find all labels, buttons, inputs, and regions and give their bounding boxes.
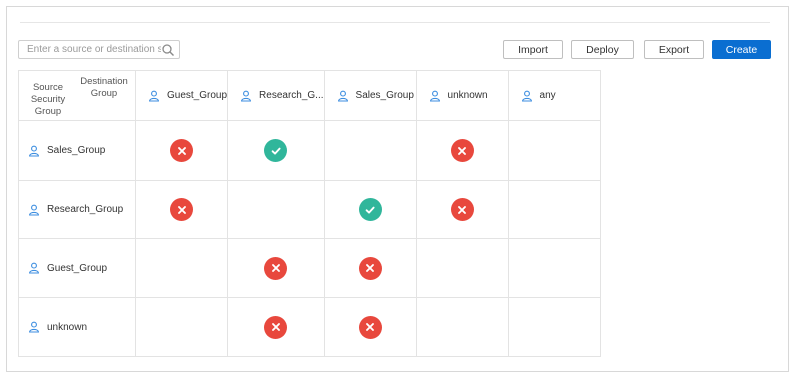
deny-icon[interactable] — [358, 315, 382, 339]
row-header-label: Sales_Group — [47, 145, 106, 156]
divider — [20, 22, 770, 23]
matrix-cell[interactable] — [507, 297, 601, 357]
user-group-icon — [149, 90, 159, 102]
column-header-0[interactable]: Guest_Group — [134, 70, 229, 121]
row-header-3[interactable]: unknown — [18, 297, 136, 357]
matrix-cell[interactable] — [323, 297, 417, 357]
row-header-label: Guest_Group — [47, 262, 108, 274]
x-icon — [177, 146, 186, 155]
export-button[interactable]: Export — [644, 40, 704, 59]
matrix-cell[interactable] — [323, 238, 417, 298]
user-group-icon — [29, 321, 39, 333]
matrix-row: Sales_Group — [18, 120, 601, 181]
matrix-cell[interactable] — [227, 120, 325, 181]
matrix-cell[interactable] — [507, 180, 601, 239]
deny-icon[interactable] — [450, 198, 474, 221]
user-group-icon — [29, 145, 39, 157]
user-group-icon — [521, 90, 532, 102]
create-button[interactable]: Create — [712, 40, 771, 59]
check-icon — [365, 206, 375, 214]
row-header-label: Research_Group — [47, 204, 124, 215]
matrix-cell[interactable] — [227, 180, 325, 239]
source-security-group-label: Source Security Group — [30, 82, 66, 117]
column-header-label: Sales_Group — [355, 90, 414, 101]
security-group-matrix: Destination Group Source Security Group … — [18, 70, 601, 357]
deny-icon[interactable] — [264, 256, 288, 280]
matrix-cell[interactable] — [227, 297, 325, 357]
x-icon — [366, 264, 374, 272]
row-header-label: unknown — [47, 321, 88, 333]
matrix-cell[interactable] — [507, 120, 601, 181]
check-icon — [271, 147, 281, 155]
column-header-label: any — [539, 90, 556, 101]
x-icon — [271, 323, 280, 331]
matrix-cell[interactable] — [415, 238, 509, 298]
user-group-icon — [241, 90, 252, 102]
x-icon — [458, 146, 466, 155]
matrix-row: Research_Group — [18, 180, 601, 239]
allow-icon[interactable] — [264, 139, 288, 162]
matrix-cell[interactable] — [134, 180, 229, 239]
matrix-row: Guest_Group — [18, 238, 601, 298]
x-icon — [177, 205, 186, 214]
user-group-icon — [429, 90, 440, 102]
column-header-label: Research_G... — [259, 90, 324, 101]
matrix-corner-header: Destination Group Source Security Group — [18, 70, 136, 121]
destination-group-label: Destination Group — [80, 76, 128, 99]
matrix-cell[interactable] — [134, 120, 229, 181]
user-group-icon — [29, 204, 39, 216]
row-header-0[interactable]: Sales_Group — [18, 120, 136, 181]
matrix-cell[interactable] — [415, 120, 509, 181]
allow-icon[interactable] — [358, 198, 382, 221]
matrix-cell[interactable] — [134, 238, 229, 298]
column-header-2[interactable]: Sales_Group — [323, 70, 417, 121]
user-group-icon — [337, 90, 348, 102]
column-header-3[interactable]: unknown — [415, 70, 509, 121]
row-header-1[interactable]: Research_Group — [18, 180, 136, 239]
search-icon[interactable] — [161, 43, 175, 57]
matrix-cell[interactable] — [415, 297, 509, 357]
matrix-cell[interactable] — [134, 297, 229, 357]
row-header-2[interactable]: Guest_Group — [18, 238, 136, 298]
matrix-row: unknown — [18, 297, 601, 357]
matrix-cell[interactable] — [227, 238, 325, 298]
deny-icon[interactable] — [264, 315, 288, 339]
deny-icon[interactable] — [450, 139, 474, 162]
search-input[interactable] — [19, 41, 161, 58]
x-icon — [366, 323, 374, 331]
deny-icon[interactable] — [170, 139, 194, 162]
x-icon — [458, 205, 466, 214]
matrix-cell[interactable] — [415, 180, 509, 239]
user-group-icon — [29, 262, 39, 274]
search-box[interactable] — [18, 40, 180, 59]
column-header-label: unknown — [447, 90, 488, 101]
x-icon — [271, 264, 280, 272]
matrix-cell[interactable] — [507, 238, 601, 298]
deny-icon[interactable] — [358, 256, 382, 280]
matrix-cell[interactable] — [323, 120, 417, 181]
column-header-1[interactable]: Research_G... — [227, 70, 325, 121]
matrix-cell[interactable] — [323, 180, 417, 239]
import-button[interactable]: Import — [503, 40, 563, 59]
column-header-4[interactable]: any — [507, 70, 601, 121]
column-header-label: Guest_Group — [167, 90, 228, 101]
deploy-button[interactable]: Deploy — [571, 40, 634, 59]
deny-icon[interactable] — [170, 198, 194, 221]
